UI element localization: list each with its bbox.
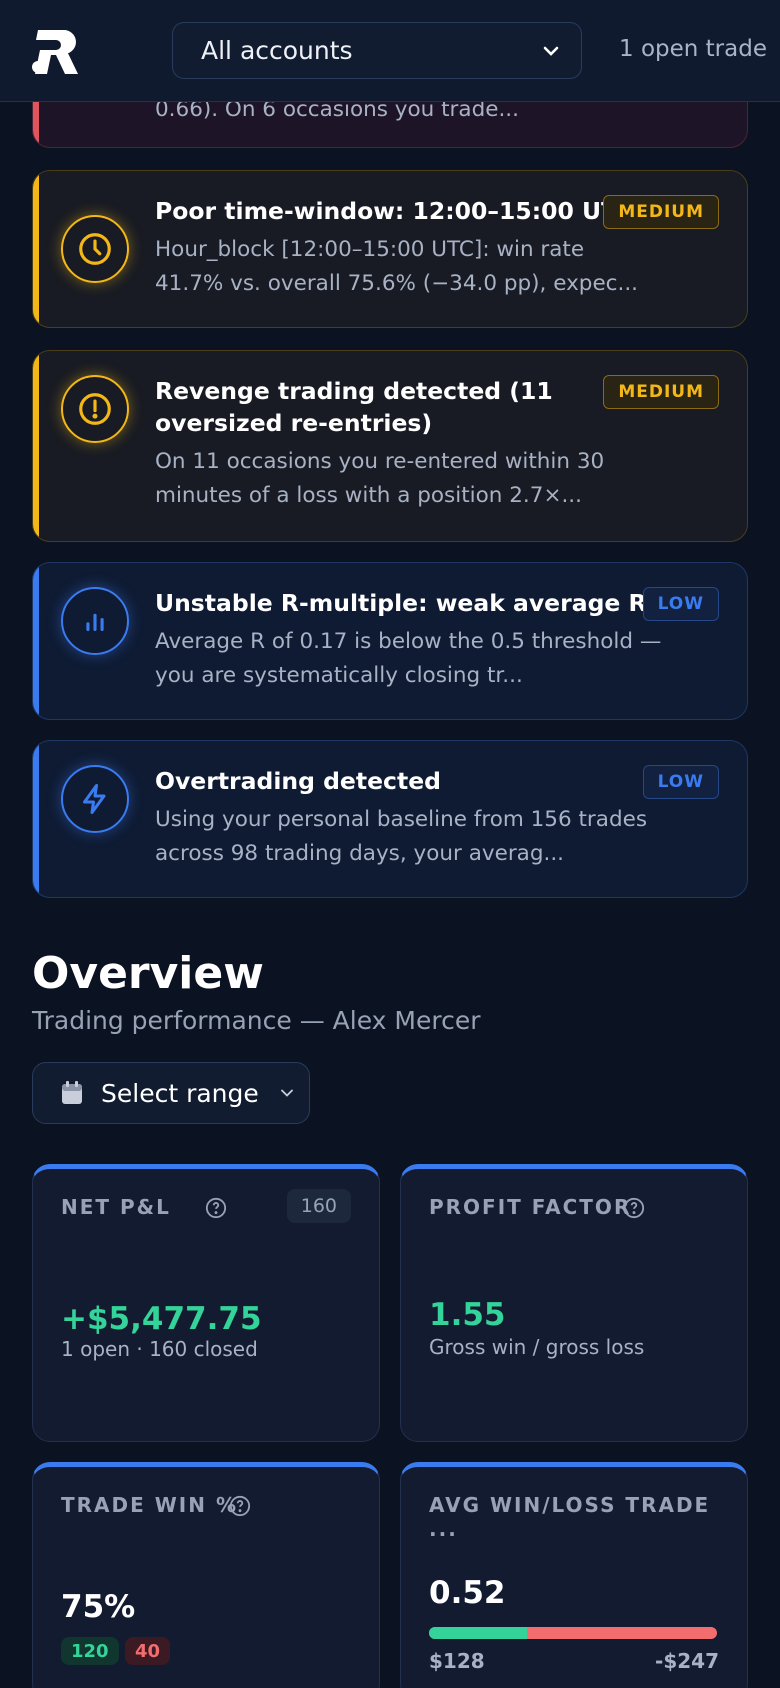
alert-card-time-window[interactable]: Poor time-window: 12:00–15:00 UTC MEDIUM…: [32, 170, 748, 328]
help-icon[interactable]: [623, 1197, 645, 1219]
losses-count-badge: 40: [125, 1637, 171, 1665]
account-select-value: All accounts: [201, 36, 353, 65]
severity-badge: LOW: [642, 587, 719, 621]
severity-badge: LOW: [642, 765, 719, 799]
open-trade-status[interactable]: 1 open trade: [619, 36, 767, 62]
stat-label: PROFIT FACTOR: [429, 1195, 632, 1219]
app-logo[interactable]: [32, 30, 82, 74]
severity-badge: MEDIUM: [603, 375, 719, 409]
calendar-icon: [62, 1081, 82, 1104]
help-icon[interactable]: [205, 1197, 227, 1219]
avg-win-loss-value: 0.52: [429, 1575, 506, 1611]
alert-description-line-1: Using your personal baseline from 156 tr…: [155, 807, 648, 832]
help-icon[interactable]: [229, 1495, 251, 1517]
profit-factor-card[interactable]: PROFIT FACTOR 1.55 Gross win / gross los…: [400, 1164, 748, 1442]
alert-title-line-1: Revenge trading detected (11: [155, 377, 553, 405]
trade-win-card[interactable]: TRADE WIN % 75% 120 40: [32, 1462, 380, 1688]
alert-description-line-1: Average R of 0.17 is below the 0.5 thres…: [155, 629, 662, 654]
page-subtitle: Trading performance — Alex Mercer: [32, 1006, 481, 1035]
chevron-down-icon: [280, 1089, 293, 1097]
alert-title: Overtrading detected: [155, 767, 441, 795]
win-share-fill: [429, 1627, 527, 1639]
alert-circle-icon: [61, 375, 129, 443]
alert-card-revenge-trading[interactable]: Revenge trading detected (11 oversized r…: [32, 350, 748, 542]
profit-factor-subtext: Gross win / gross loss: [429, 1335, 645, 1359]
top-bar: All accounts 1 open trade: [0, 0, 780, 102]
alert-description-line-2: across 98 trading days, your averag...: [155, 841, 565, 866]
alert-description-line-1: Hour_block [12:00–15:00 UTC]: win rate: [155, 237, 585, 262]
alert-card-overtrading[interactable]: Overtrading detected LOW Using your pers…: [32, 740, 748, 898]
lightning-icon: [61, 765, 129, 833]
bar-chart-icon: [61, 587, 129, 655]
account-select[interactable]: All accounts: [172, 22, 582, 79]
stat-label: AVG WIN/LOSS TRADE ...: [429, 1493, 711, 1541]
alert-card-r-multiple[interactable]: Unstable R-multiple: weak average R LOW …: [32, 562, 748, 720]
select-range-label: Select range: [101, 1078, 259, 1108]
win-loss-ratio-bar: [429, 1627, 717, 1639]
alert-description-line-1: On 11 occasions you re-entered within 30: [155, 449, 605, 474]
chevron-down-icon: [543, 46, 559, 56]
select-range-button[interactable]: Select range: [32, 1062, 310, 1124]
wins-count-badge: 120: [61, 1637, 119, 1665]
alert-title-line-2: oversized re-entries): [155, 409, 433, 437]
alert-description-line-2: minutes of a loss with a position 2.7×..…: [155, 483, 582, 508]
stat-label: TRADE WIN %: [61, 1493, 238, 1517]
alert-description-line-2: you are systematically closing tr...: [155, 663, 523, 688]
profit-factor-value: 1.55: [429, 1297, 506, 1333]
page-title: Overview: [32, 948, 264, 999]
avg-win-amount: $128: [429, 1649, 485, 1673]
net-pnl-card[interactable]: NET P&L 160 +$5,477.75 1 open · 160 clos…: [32, 1164, 380, 1442]
stat-label: NET P&L: [61, 1195, 171, 1219]
severity-badge: MEDIUM: [603, 195, 719, 229]
avg-win-loss-card[interactable]: AVG WIN/LOSS TRADE ... 0.52 $128 -$247: [400, 1462, 748, 1688]
trade-win-value: 75%: [61, 1589, 136, 1625]
net-pnl-subtext: 1 open · 160 closed: [61, 1337, 258, 1361]
clock-icon: [61, 215, 129, 283]
avg-loss-amount: -$247: [655, 1649, 719, 1673]
trade-count-badge: 160: [286, 1189, 351, 1223]
alert-description-line-2: 41.7% vs. overall 75.6% (−34.0 pp), expe…: [155, 271, 638, 296]
net-pnl-value: +$5,477.75: [61, 1301, 262, 1337]
alert-title: Unstable R-multiple: weak average R: [155, 589, 647, 617]
alert-title: Poor time-window: 12:00–15:00 UTC: [155, 197, 635, 225]
